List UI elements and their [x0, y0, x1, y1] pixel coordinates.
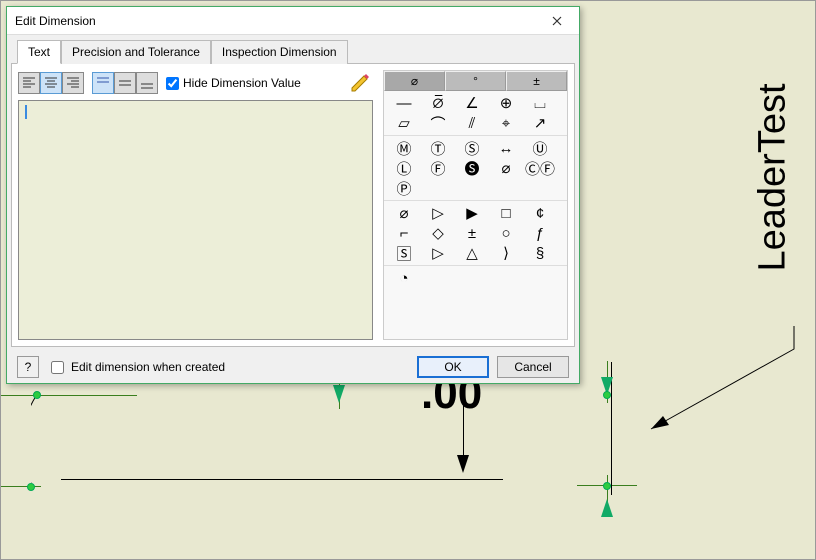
sym-sref[interactable]: Ⓢ	[456, 139, 488, 157]
sym-tangent[interactable]: Ⓣ	[422, 139, 454, 157]
edit-when-created-checkbox[interactable]: Edit dimension when created	[47, 358, 225, 377]
dimension-text-input[interactable]	[18, 100, 373, 340]
sym-circle[interactable]: ○	[490, 224, 522, 242]
symbol-palette: ⌀ ° ± — ⦱ ∠ ⊕ ⌴ ▱ ⌒ ⫽ ⌖ ↗	[383, 70, 568, 340]
help-button[interactable]: ?	[17, 356, 39, 378]
sym-angle-bracket[interactable]: ⟩	[490, 244, 522, 262]
symbol-group-1: — ⦱ ∠ ⊕ ⌴ ▱ ⌒ ⫽ ⌖ ↗	[384, 91, 567, 136]
tab-inspection-dimension[interactable]: Inspection Dimension	[211, 40, 348, 64]
sym-unequal[interactable]: Ⓤ	[524, 139, 556, 157]
align-left-icon	[21, 75, 37, 91]
align-right-button[interactable]	[62, 72, 84, 94]
dialog-footer: ? Edit dimension when created OK Cancel	[7, 351, 579, 383]
align-left-button[interactable]	[18, 72, 40, 94]
valign-bottom-icon	[139, 75, 155, 91]
symbol-tab-plusminus[interactable]: ±	[506, 71, 567, 91]
sym-triangle-open[interactable]: ▷	[422, 204, 454, 222]
titlebar[interactable]: Edit Dimension	[7, 7, 579, 35]
symbol-tab-degree[interactable]: °	[445, 71, 506, 91]
sym-angularity[interactable]: ∠	[456, 94, 488, 112]
close-icon	[552, 16, 562, 26]
tab-strip: Text Precision and Tolerance Inspection …	[11, 39, 575, 63]
edit-pencil-button[interactable]	[347, 70, 373, 96]
hide-dimension-value-label: Hide Dimension Value	[183, 76, 301, 90]
edit-dimension-dialog: Edit Dimension Text Precision and Tolera…	[6, 6, 580, 384]
sym-cf[interactable]: ⒸⒻ	[524, 159, 556, 177]
symbol-group-3: ⌀ ▷ ▶ □ ¢ ⌐ ◇ ± ○ ƒ 🅂 ▷ △ ⟩ §	[384, 201, 567, 266]
text-toolbar: Hide Dimension Value	[18, 70, 373, 96]
sym-stat[interactable]: 🅢	[456, 159, 488, 177]
edit-when-created-label: Edit dimension when created	[71, 360, 225, 374]
valign-middle-button[interactable]	[114, 72, 136, 94]
close-button[interactable]	[535, 7, 579, 35]
align-right-icon	[65, 75, 81, 91]
sym-between[interactable]: ↔	[490, 139, 522, 157]
symbol-tab-diameter[interactable]: ⌀	[384, 71, 445, 91]
sym-flatness[interactable]: ▱	[388, 114, 420, 132]
valign-middle-icon	[117, 75, 133, 91]
sym-runout[interactable]: ↗	[524, 114, 556, 132]
sym-depth[interactable]: ⌐	[388, 224, 420, 242]
sym-straightness[interactable]: —	[388, 94, 420, 112]
valign-bottom-button[interactable]	[136, 72, 158, 94]
hide-dimension-value-checkbox[interactable]: Hide Dimension Value	[166, 76, 301, 90]
sym-sf[interactable]: 🅂	[388, 244, 420, 262]
dialog-title: Edit Dimension	[15, 14, 535, 28]
pencil-icon	[349, 72, 371, 94]
help-icon: ?	[25, 360, 32, 374]
sym-section[interactable]: §	[524, 244, 556, 262]
symbol-area: — ⦱ ∠ ⊕ ⌴ ▱ ⌒ ⫽ ⌖ ↗ Ⓜ Ⓣ Ⓢ	[384, 91, 567, 339]
sym-parallelism[interactable]: ⫽	[456, 114, 488, 132]
sym-lmc[interactable]: Ⓛ	[388, 159, 420, 177]
tab-precision-tolerance[interactable]: Precision and Tolerance	[61, 40, 211, 64]
text-caret	[25, 105, 27, 119]
sym-plusminus[interactable]: ±	[456, 224, 488, 242]
align-center-button[interactable]	[40, 72, 62, 94]
sym-centerline[interactable]: ¢	[524, 204, 556, 222]
sym-concentricity[interactable]: ⌖	[490, 114, 522, 132]
sym-function[interactable]: ƒ	[524, 224, 556, 242]
sym-diameter-2[interactable]: ⌀	[490, 159, 522, 177]
sym-circularity[interactable]: ⦱	[422, 94, 454, 112]
sym-true-position[interactable]: ⊕	[490, 94, 522, 112]
tab-page-text: Hide Dimension Value ⌀	[11, 63, 575, 347]
sym-mmc[interactable]: Ⓜ	[388, 139, 420, 157]
sym-counterbore[interactable]: ⌴	[524, 94, 556, 112]
cancel-button[interactable]: Cancel	[497, 356, 569, 378]
ok-button[interactable]: OK	[417, 356, 489, 378]
valign-top-icon	[95, 75, 111, 91]
sym-surface-finish[interactable]: ◔	[388, 269, 420, 287]
symbol-group-2: Ⓜ Ⓣ Ⓢ ↔ Ⓤ Ⓛ Ⓕ 🅢 ⌀ ⒸⒻ Ⓟ	[384, 136, 567, 201]
sym-square[interactable]: □	[490, 204, 522, 222]
symbol-group-4: ◔	[384, 266, 567, 290]
sym-taper-1[interactable]: ▷	[422, 244, 454, 262]
sym-triangle-filled[interactable]: ▶	[456, 204, 488, 222]
sym-free-state[interactable]: Ⓕ	[422, 159, 454, 177]
sym-projected[interactable]: Ⓟ	[388, 179, 420, 197]
sym-diameter-3[interactable]: ⌀	[388, 204, 420, 222]
sym-diamond[interactable]: ◇	[422, 224, 454, 242]
tab-text[interactable]: Text	[17, 40, 61, 64]
sym-profile-line[interactable]: ⌒	[422, 114, 454, 132]
valign-top-button[interactable]	[92, 72, 114, 94]
edit-when-created-input[interactable]	[51, 361, 64, 374]
align-center-icon	[43, 75, 59, 91]
hide-dimension-value-input[interactable]	[166, 77, 179, 90]
leader-text: LeaderTest	[752, 83, 795, 271]
sym-taper-2[interactable]: △	[456, 244, 488, 262]
